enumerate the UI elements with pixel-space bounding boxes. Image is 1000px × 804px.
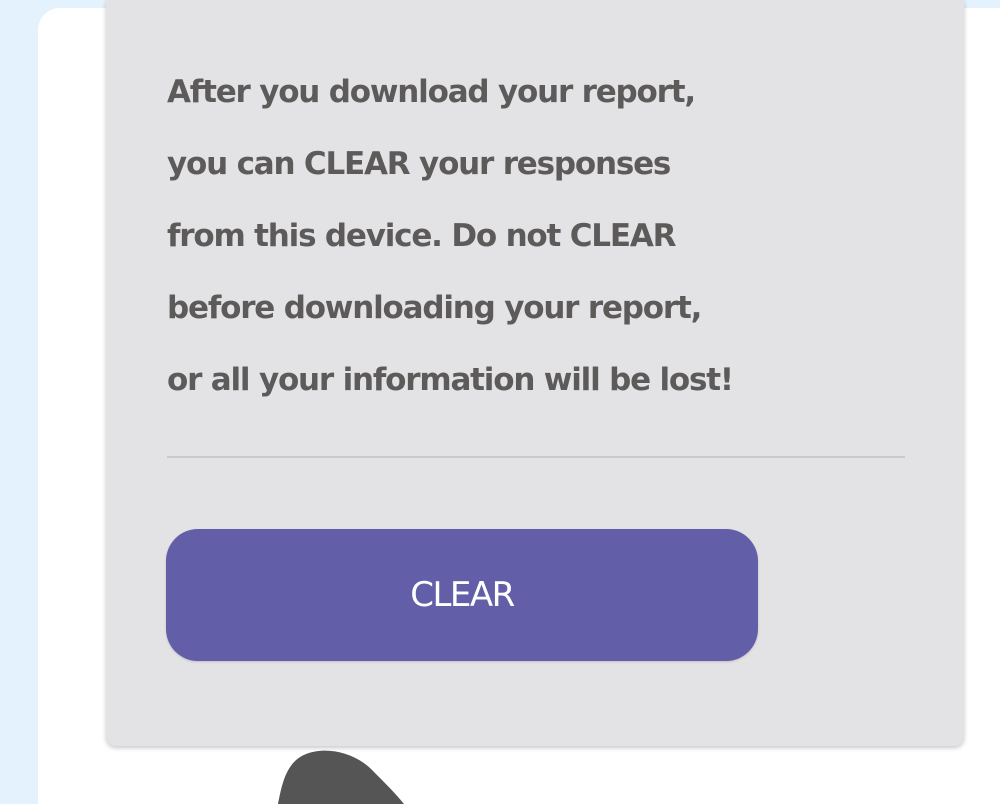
clear-button[interactable]: CLEAR — [166, 529, 758, 661]
warning-line: or all your information will be lost! — [167, 362, 734, 398]
warning-line: before downloading your report, — [167, 290, 702, 326]
warning-line: from this device. Do not CLEAR — [167, 218, 676, 254]
hand-pointer-icon — [278, 750, 404, 804]
clear-warning-message: After you download your report, you can … — [167, 56, 937, 416]
warning-line: you can CLEAR your responses — [167, 146, 671, 182]
divider — [167, 456, 905, 458]
warning-line: After you download your report, — [167, 74, 696, 110]
